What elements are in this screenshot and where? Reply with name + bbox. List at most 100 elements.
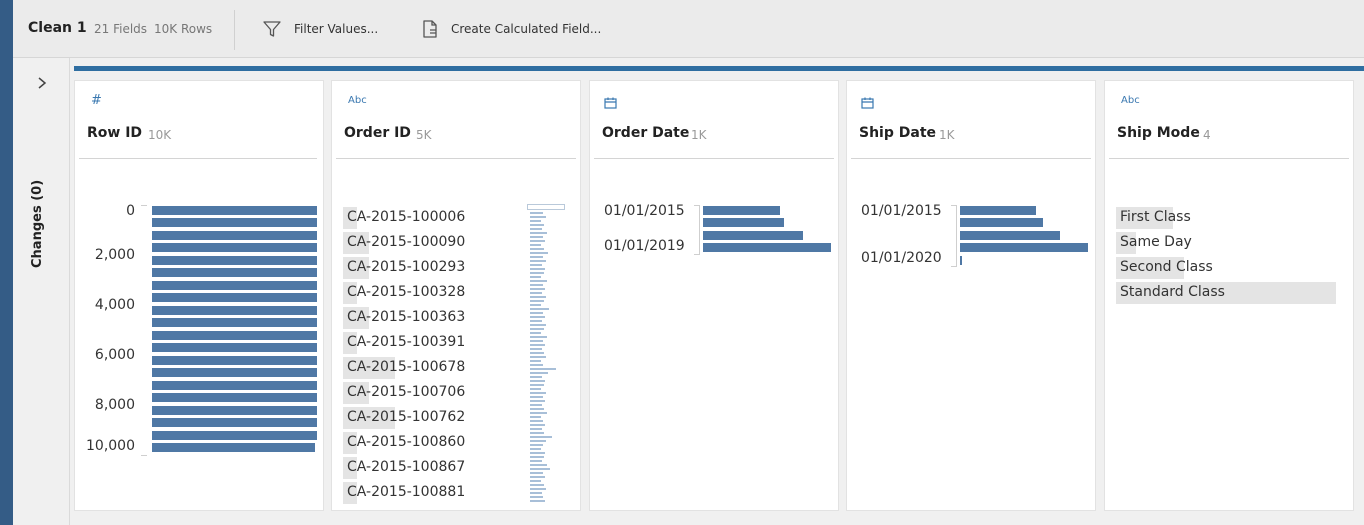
- overview-bar: [530, 360, 541, 362]
- field-name[interactable]: Ship Mode: [1117, 125, 1200, 141]
- overview-bar: [530, 308, 549, 310]
- overview-bar: [530, 440, 546, 442]
- value-label: CA-2015-100006: [347, 209, 466, 225]
- card-divider: [851, 158, 1091, 159]
- overview-bar: [530, 436, 552, 438]
- histogram-bar[interactable]: [152, 243, 317, 252]
- histogram-bar[interactable]: [703, 231, 803, 240]
- histogram-bar[interactable]: [152, 293, 317, 302]
- overview-bar: [530, 348, 542, 350]
- histogram-bar[interactable]: [152, 231, 317, 240]
- value-label: CA-2015-100860: [347, 434, 466, 450]
- overview-bar: [530, 384, 544, 386]
- overview-bar: [530, 460, 542, 462]
- field-name[interactable]: Row ID: [87, 125, 142, 141]
- histogram-bar[interactable]: [960, 256, 962, 265]
- histogram-bar[interactable]: [960, 218, 1043, 227]
- create-calculated-field-button[interactable]: Create Calculated Field...: [421, 18, 601, 40]
- string-type-icon: Abc: [348, 95, 367, 106]
- overview-bar: [530, 356, 546, 358]
- overview-bar: [530, 244, 541, 246]
- overview-bar: [530, 292, 542, 294]
- histogram-bar[interactable]: [152, 431, 317, 440]
- axis-label: 01/01/2020: [861, 250, 942, 266]
- changes-label[interactable]: Changes (0): [30, 180, 45, 268]
- filter-values-button[interactable]: Filter Values...: [262, 18, 378, 40]
- overview-bar: [530, 288, 545, 290]
- create-calculated-field-label: Create Calculated Field...: [451, 22, 602, 36]
- rows-count: 10K Rows: [154, 22, 213, 36]
- overview-bar: [530, 368, 556, 370]
- histogram-bar[interactable]: [152, 218, 317, 227]
- value-label: CA-2015-100706: [347, 384, 466, 400]
- axis-label: 6,000: [94, 347, 135, 363]
- histogram-bar[interactable]: [152, 206, 317, 215]
- value-label: CA-2015-100881: [347, 484, 466, 500]
- value-label: Same Day: [1120, 234, 1192, 250]
- overview-bar: [530, 416, 541, 418]
- overview-bar: [530, 444, 543, 446]
- histogram-bar[interactable]: [703, 218, 784, 227]
- field-count: 10K: [148, 128, 172, 142]
- overview-bar: [530, 240, 545, 242]
- card-divider: [79, 158, 317, 159]
- histogram-bar[interactable]: [152, 356, 317, 365]
- histogram-bar[interactable]: [152, 368, 317, 377]
- overview-bar: [530, 228, 542, 230]
- histogram-bar[interactable]: [703, 243, 831, 252]
- field-name[interactable]: Ship Date: [859, 125, 936, 141]
- histogram-bar[interactable]: [960, 231, 1060, 240]
- overview-bar: [530, 324, 546, 326]
- histogram-bar[interactable]: [152, 343, 317, 352]
- profile-card-row-id[interactable]: # Row ID 10K 0 2,000 4,000 6,000 8,000 1…: [74, 80, 324, 511]
- card-divider: [594, 158, 834, 159]
- histogram-bar[interactable]: [152, 256, 317, 265]
- field-count: 1K: [691, 128, 707, 142]
- overview-bar: [530, 300, 544, 302]
- overview-bar: [530, 248, 544, 250]
- overview-bar: [530, 476, 545, 478]
- overview-bar: [530, 372, 548, 374]
- profile-card-ship-date[interactable]: Ship Date 1K 01/01/2015 01/01/2020: [846, 80, 1096, 511]
- profile-card-ship-mode[interactable]: Abc Ship Mode 4 First Class Same Day Sec…: [1104, 80, 1354, 511]
- histogram-bar[interactable]: [703, 206, 780, 215]
- histogram-bar[interactable]: [152, 418, 317, 427]
- scroll-viewport-indicator[interactable]: [527, 204, 565, 210]
- overview-bar: [530, 284, 543, 286]
- histogram-bar[interactable]: [152, 381, 317, 390]
- histogram-bar[interactable]: [152, 268, 317, 277]
- value-label: Second Class: [1120, 259, 1213, 275]
- overview-bar: [530, 312, 543, 314]
- fields-count: 21 Fields: [94, 22, 148, 36]
- overview-bar: [530, 232, 547, 234]
- field-count: 1K: [939, 128, 955, 142]
- toolbar: Clean 1 21 Fields 10K Rows Filter Values…: [13, 0, 1364, 58]
- overview-bar: [530, 420, 543, 422]
- overview-bar: [530, 252, 548, 254]
- overview-bar: [530, 320, 542, 322]
- histogram-bar[interactable]: [152, 406, 317, 415]
- chevron-right-icon[interactable]: [35, 76, 49, 90]
- histogram-bar[interactable]: [152, 306, 317, 315]
- value-label: CA-2015-100867: [347, 459, 466, 475]
- histogram-bar[interactable]: [152, 393, 317, 402]
- histogram-bar[interactable]: [152, 443, 315, 452]
- value-label: CA-2015-100391: [347, 334, 466, 350]
- histogram-bar[interactable]: [960, 243, 1088, 252]
- axis-tick: [141, 455, 147, 456]
- overview-bar: [530, 256, 543, 258]
- field-name[interactable]: Order Date: [602, 125, 689, 141]
- value-label: CA-2015-100293: [347, 259, 466, 275]
- histogram-bar[interactable]: [152, 331, 317, 340]
- profile-card-order-id[interactable]: Abc Order ID 5K CA-2015-100006 CA-2015-1…: [331, 80, 581, 511]
- histogram-bar[interactable]: [960, 206, 1036, 215]
- axis-label: 10,000: [86, 438, 135, 454]
- overview-bar: [530, 236, 543, 238]
- histogram-bar[interactable]: [152, 318, 317, 327]
- field-name[interactable]: Order ID: [344, 125, 411, 141]
- profile-card-order-date[interactable]: Order Date 1K 01/01/2015 01/01/2019: [589, 80, 839, 511]
- value-label: Standard Class: [1120, 284, 1225, 300]
- histogram-bar[interactable]: [152, 281, 317, 290]
- overview-bar: [530, 260, 546, 262]
- overview-bar: [530, 340, 543, 342]
